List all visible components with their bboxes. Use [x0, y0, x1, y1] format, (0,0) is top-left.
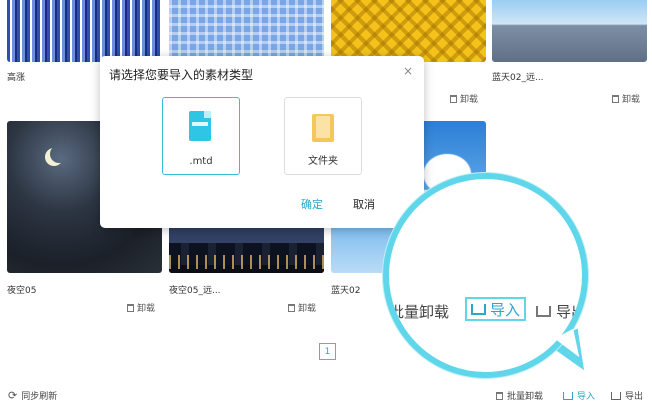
export-icon — [611, 391, 621, 400]
uninstall-button[interactable]: 卸载 — [288, 301, 316, 314]
material-thumbnail — [7, 0, 162, 62]
confirm-button[interactable]: 确定 — [301, 196, 323, 212]
import-type-dialog: 请选择您要导入的素材类型 × .mtd 文件夹 确定 取消 — [100, 56, 424, 228]
sync-label: 同步刷新 — [21, 392, 58, 402]
dialog-title: 请选择您要导入的素材类型 — [109, 68, 254, 82]
import-icon — [563, 391, 573, 400]
trash-icon — [288, 303, 295, 312]
material-title: 高涨 — [7, 73, 26, 83]
export-button[interactable]: 导出 — [611, 389, 643, 402]
option-folder[interactable]: 文件夹 — [284, 97, 362, 175]
magnifier-callout: 批量卸载 导入 导出 — [383, 173, 588, 378]
option-mtd[interactable]: .mtd — [162, 97, 240, 175]
export-label: 导出 — [625, 392, 644, 402]
mtd-file-icon — [189, 111, 211, 141]
trash-icon — [127, 303, 134, 312]
import-button[interactable]: 导入 — [563, 389, 595, 402]
import-label: 导入 — [577, 392, 596, 402]
magnified-import-button: 导入 — [465, 297, 526, 321]
page-number-button[interactable]: 1 — [319, 343, 336, 360]
material-thumbnail — [169, 0, 324, 62]
uninstall-button[interactable]: 卸载 — [612, 92, 640, 105]
material-thumbnail — [492, 0, 647, 62]
uninstall-label: 卸载 — [460, 95, 479, 105]
material-card[interactable] — [492, 0, 647, 62]
magnified-export: 导出 — [536, 301, 582, 322]
refresh-icon: ⟳ — [8, 389, 18, 402]
folder-icon — [312, 114, 334, 142]
trash-icon — [612, 94, 619, 103]
material-card[interactable] — [169, 0, 324, 62]
material-title: 夜空05_远... — [169, 286, 221, 296]
material-title: 蓝天02 — [331, 286, 361, 296]
magnified-batch-uninstall: 批量卸载 — [389, 303, 450, 321]
option-folder-label: 文件夹 — [308, 156, 338, 167]
trash-icon — [496, 391, 503, 400]
close-icon[interactable]: × — [403, 64, 413, 78]
trash-icon — [450, 94, 457, 103]
uninstall-label: 卸载 — [298, 304, 317, 314]
batch-uninstall-label: 批量卸载 — [507, 392, 544, 402]
material-thumbnail — [331, 0, 486, 62]
batch-uninstall-button[interactable]: 批量卸载 — [496, 389, 543, 402]
option-mtd-label: .mtd — [189, 156, 213, 167]
cancel-button[interactable]: 取消 — [353, 196, 375, 212]
uninstall-label: 卸载 — [622, 95, 641, 105]
city-lights — [169, 255, 324, 269]
material-title: 蓝天02_远... — [492, 73, 544, 83]
export-icon — [536, 306, 551, 317]
material-title: 夜空05 — [7, 286, 37, 296]
uninstall-button[interactable]: 卸载 — [127, 301, 155, 314]
material-card[interactable] — [331, 0, 486, 62]
sync-refresh-button[interactable]: ⟳ 同步刷新 — [8, 389, 57, 402]
moon-icon — [50, 145, 68, 163]
uninstall-label: 卸载 — [137, 304, 156, 314]
uninstall-button[interactable]: 卸载 — [450, 92, 478, 105]
import-icon — [470, 303, 486, 315]
